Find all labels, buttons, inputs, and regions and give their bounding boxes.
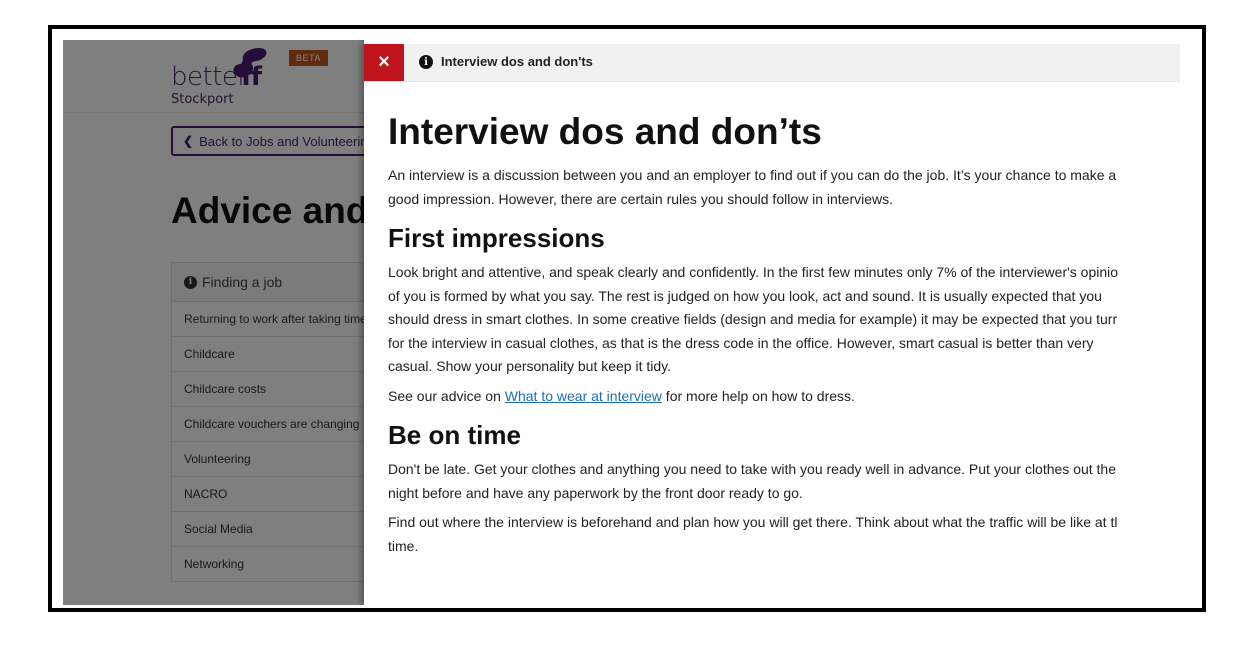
panel-title-bar: × i Interview dos and don'ts [364,44,1180,82]
panel-bar-title: Interview dos and don'ts [441,54,593,69]
text-line: of you is formed by what you say. The re… [388,287,1102,304]
what-to-wear-link[interactable]: What to wear at interview [505,388,662,404]
text-line: Don't be late. Get your clothes and anyt… [388,461,1117,477]
text-line: time. [388,537,419,554]
article-title: Interview dos and don’ts [388,111,822,152]
first-impressions-paragraph: Look bright and attentive, and speak cle… [388,261,1188,379]
text-line: should dress in smart clothes. In some c… [388,311,1118,327]
section-heading-first-impressions: First impressions [388,223,605,253]
be-on-time-paragraph-1: Don't be late. Get your clothes and anyt… [388,458,1188,505]
modal-overlay[interactable] [63,40,364,605]
be-on-time-paragraph-2: Find out where the interview is beforeha… [388,511,1188,558]
browser-viewport: better ff Stockport BETA ❮ Back to Jobs … [63,40,1195,605]
text-line: casual. Show your personality but keep i… [388,358,672,374]
section-heading-be-on-time: Be on time [388,420,521,450]
side-panel: × i Interview dos and don'ts Interview d… [364,40,1195,605]
intro-paragraph: An interview is a discussion between you… [388,164,1188,211]
text-span: See our advice on [388,387,505,404]
info-icon: i [419,55,433,69]
text-span: for more help on how to dress. [661,387,855,404]
close-icon: × [378,51,390,73]
text-line: night before and have any paperwork by t… [388,484,803,501]
text-line: for the interview in casual clothes, as … [388,334,1094,351]
text-line: Look bright and attentive, and speak cle… [388,264,1119,280]
screenshot-frame: better ff Stockport BETA ❮ Back to Jobs … [48,25,1206,612]
text-line: An interview is a discussion between you… [388,167,1117,183]
dress-advice-paragraph: See our advice on What to wear at interv… [388,385,1188,409]
close-button[interactable]: × [364,44,404,81]
article-content: Interview dos and don’ts An interview is… [388,110,1188,564]
text-line: good impression. However, there are cert… [388,190,894,207]
text-line: Find out where the interview is beforeha… [388,514,1118,530]
